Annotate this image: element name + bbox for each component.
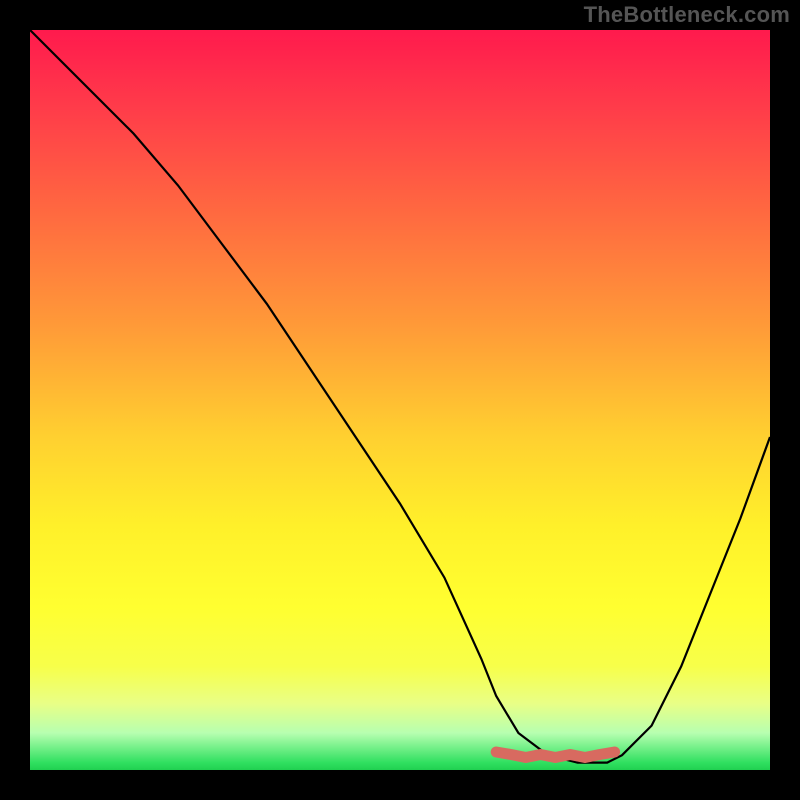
chart-overlay [30, 30, 770, 770]
watermark-text: TheBottleneck.com [584, 2, 790, 28]
chart-container: TheBottleneck.com [0, 0, 800, 800]
optimal-region-marker [496, 752, 614, 758]
bottleneck-curve-line [30, 30, 770, 763]
